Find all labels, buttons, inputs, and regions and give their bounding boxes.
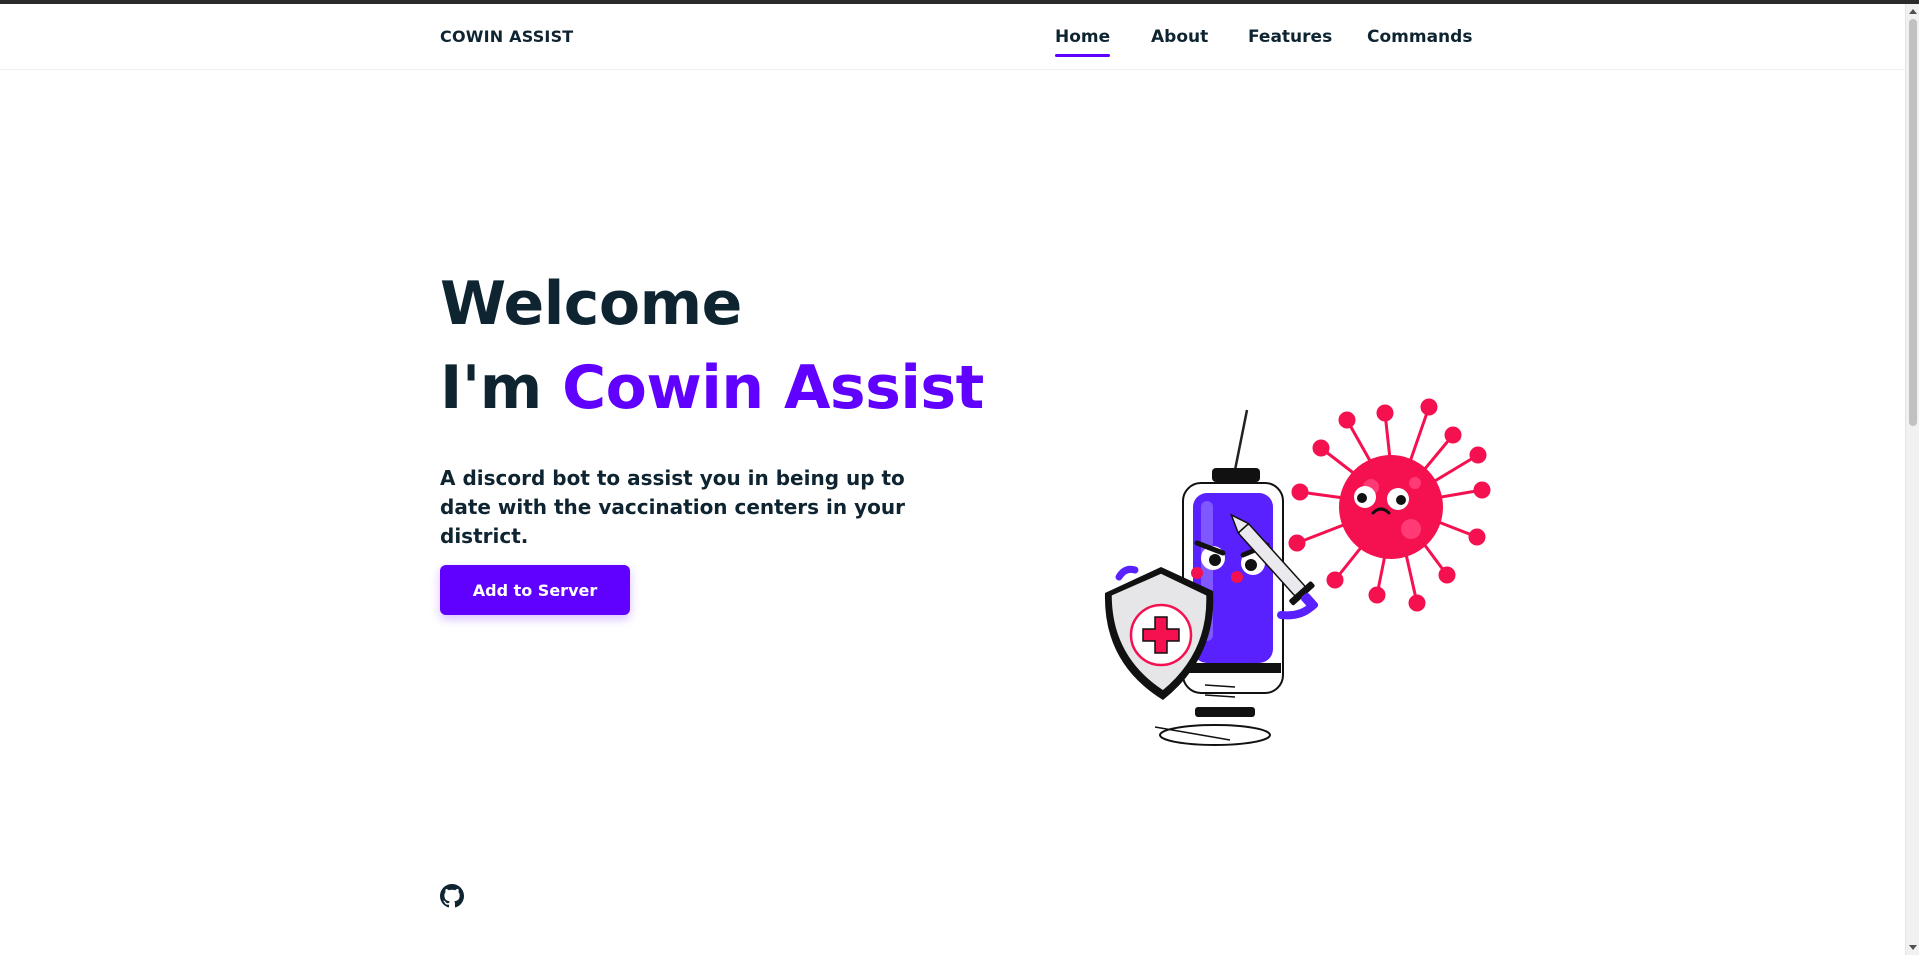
scroll-down-arrow-icon[interactable] bbox=[1909, 945, 1917, 950]
hero-title-accent: Cowin Assist bbox=[562, 353, 984, 423]
add-to-server-button[interactable]: Add to Server bbox=[440, 565, 630, 615]
scrollbar-thumb[interactable] bbox=[1909, 19, 1917, 426]
nav-features[interactable]: Features bbox=[1248, 27, 1332, 57]
syringe-fighting-virus-illustration bbox=[1104, 398, 1491, 746]
hero-title: Welcome I'm Cowin Assist bbox=[440, 262, 984, 430]
page-scrollbar[interactable] bbox=[1905, 4, 1919, 955]
nav-about[interactable]: About bbox=[1151, 27, 1208, 57]
site-logo[interactable]: COWIN ASSIST bbox=[440, 27, 573, 46]
github-icon[interactable] bbox=[440, 884, 464, 908]
nav-home[interactable]: Home bbox=[1055, 27, 1111, 57]
nav-commands[interactable]: Commands bbox=[1367, 27, 1472, 57]
site-header: COWIN ASSIST Home About Features Command… bbox=[0, 4, 1905, 70]
scroll-up-arrow-icon[interactable] bbox=[1909, 9, 1917, 14]
hero-title-prefix: I'm bbox=[440, 353, 563, 423]
hero-title-line1: Welcome bbox=[440, 269, 742, 339]
hero-description: A discord bot to assist you in being up … bbox=[440, 466, 905, 548]
